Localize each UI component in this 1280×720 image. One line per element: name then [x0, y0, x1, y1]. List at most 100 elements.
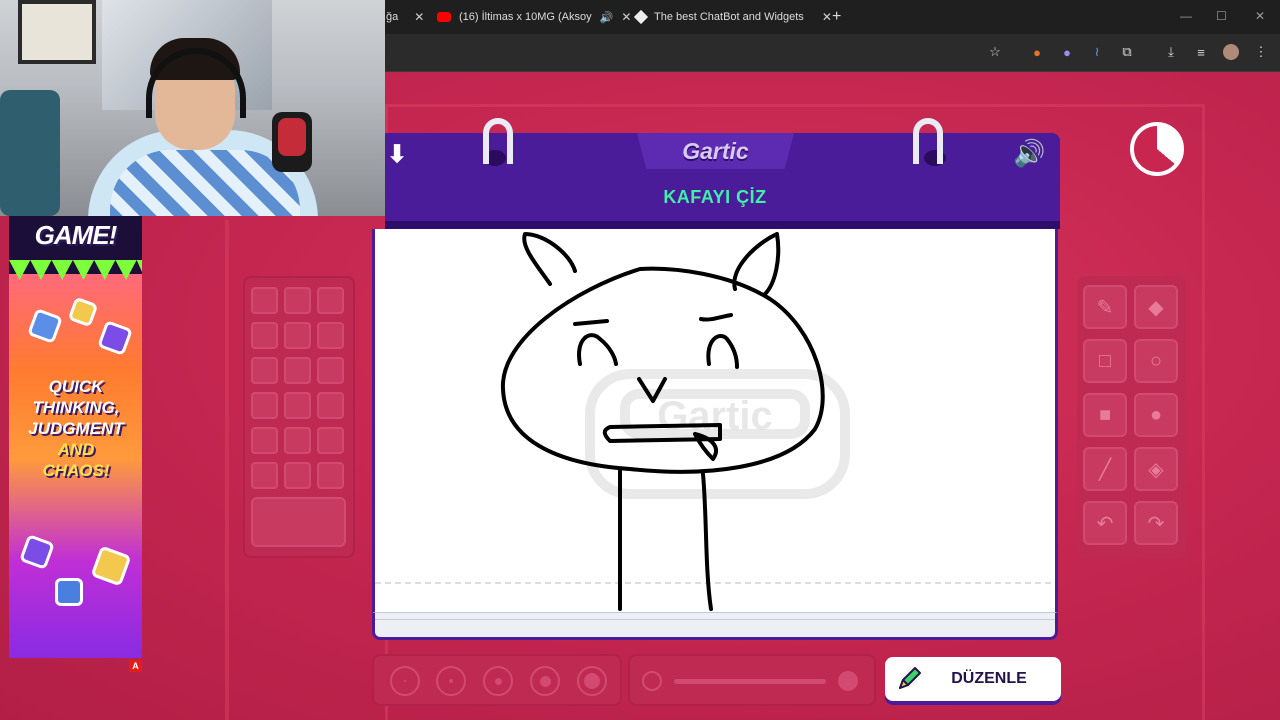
color-swatch[interactable]	[251, 392, 278, 419]
diamond-icon	[633, 9, 649, 25]
fill-bucket-tool-icon[interactable]: ◈	[1134, 447, 1178, 491]
rectangle-outline-tool-icon[interactable]: □	[1083, 339, 1127, 383]
youtube-icon	[437, 12, 451, 22]
ad-badge-icon	[97, 320, 133, 356]
wall-poster	[18, 0, 96, 64]
new-tab-button[interactable]: +	[832, 5, 841, 29]
color-swatch[interactable]	[284, 392, 311, 419]
background-frame-line	[225, 220, 229, 720]
eraser-tool-icon[interactable]: ◆	[1134, 285, 1178, 329]
color-swatch[interactable]	[251, 427, 278, 454]
audio-icon[interactable]: 🔊	[600, 11, 614, 24]
header-band	[385, 221, 1060, 229]
sound-icon[interactable]: 🔊	[1013, 138, 1045, 169]
brush-size-option[interactable]	[436, 666, 466, 696]
tab-previous[interactable]: ğa ✕	[386, 5, 424, 29]
custom-color-swatch[interactable]	[251, 497, 346, 547]
media-controls-icon[interactable]: ≡	[1193, 44, 1209, 60]
color-swatch[interactable]	[251, 357, 278, 384]
tab-chatbot[interactable]: The best ChatBot and Widgets ✕	[633, 5, 832, 29]
undo-icon[interactable]: ↶	[1083, 501, 1127, 545]
ad-tagline-line: AND	[57, 440, 95, 459]
ad-badge-icon	[67, 296, 99, 328]
close-window-icon[interactable]: ✕	[1255, 9, 1265, 23]
maximize-icon[interactable]: ☐	[1216, 9, 1227, 23]
color-swatch[interactable]	[251, 462, 278, 489]
pencil-icon	[889, 659, 929, 699]
color-swatch[interactable]	[284, 427, 311, 454]
ellipse-outline-tool-icon[interactable]: ○	[1134, 339, 1178, 383]
webcam-overlay	[0, 0, 385, 216]
tab-youtube[interactable]: (16) İltimas x 10MG (Aksoy 🔊 ✕	[437, 5, 631, 29]
ad-title: GAME!	[34, 220, 118, 250]
tab-label: The best ChatBot and Widgets	[654, 11, 804, 23]
menu-dots-icon[interactable]: ⋮	[1253, 44, 1269, 60]
tab-label: (16) İltimas x 10MG (Aksoy	[459, 11, 592, 23]
tab-label: ğa	[386, 11, 399, 23]
color-swatch[interactable]	[317, 322, 344, 349]
brush-size-option[interactable]	[483, 666, 513, 696]
pencil-tool-icon[interactable]: ✎	[1083, 285, 1127, 329]
ad-tagline-line: THINKING,	[32, 398, 120, 417]
left-eye	[577, 333, 618, 366]
minimize-icon[interactable]: —	[1180, 9, 1192, 23]
rectangle-fill-tool-icon[interactable]: ■	[1083, 393, 1127, 437]
ad-tagline-line: QUICK	[48, 377, 104, 396]
color-swatch[interactable]	[317, 462, 344, 489]
ad-choices-icon[interactable]: A	[129, 660, 142, 672]
tab-close-icon[interactable]: ✕	[822, 10, 832, 24]
bookmark-star-icon[interactable]: ☆	[987, 44, 1003, 60]
timer-icon	[1130, 122, 1184, 176]
right-eyebrow	[699, 313, 733, 322]
ad-tagline: QUICK THINKING, JUDGMENT AND CHAOS!	[17, 376, 135, 481]
opacity-max-icon	[838, 671, 858, 691]
right-eye	[706, 334, 739, 369]
color-swatch[interactable]	[284, 322, 311, 349]
tab-close-icon[interactable]: ✕	[621, 10, 631, 24]
download-icon[interactable]: ⬇	[387, 140, 407, 169]
microphone-light	[278, 118, 306, 156]
ad-banner[interactable]: GAME! QUICK THINKING, JUDGMENT AND CHAOS…	[9, 216, 142, 658]
brush-size-option[interactable]	[577, 666, 607, 696]
extensions-puzzle-icon[interactable]: ⧉	[1119, 44, 1135, 60]
color-swatch[interactable]	[284, 287, 311, 314]
ad-badge-icon	[19, 534, 55, 570]
tab-close-icon[interactable]: ✕	[414, 10, 424, 24]
profile-avatar[interactable]	[1223, 44, 1239, 60]
binder-ring-left	[483, 118, 513, 164]
left-eyebrow	[573, 319, 609, 326]
color-swatch[interactable]	[317, 392, 344, 419]
color-swatch[interactable]	[317, 287, 344, 314]
ellipse-fill-tool-icon[interactable]: ●	[1134, 393, 1178, 437]
opacity-slider[interactable]	[674, 679, 826, 684]
gartic-logo: Gartic	[682, 138, 749, 164]
color-swatch[interactable]	[317, 427, 344, 454]
color-swatch[interactable]	[251, 322, 278, 349]
redo-icon[interactable]: ↷	[1134, 501, 1178, 545]
brush-size-option[interactable]	[530, 666, 560, 696]
color-swatch[interactable]	[251, 287, 278, 314]
extension-fox-icon[interactable]: ●	[1029, 44, 1045, 60]
ad-badge-icon	[55, 578, 83, 606]
prompt-title: KAFAYI ÇİZ	[663, 187, 767, 207]
downloads-icon[interactable]: ⤓	[1163, 44, 1179, 60]
extension-chat-icon[interactable]: ●	[1059, 44, 1075, 60]
color-swatch[interactable]	[317, 357, 344, 384]
extension-audio-icon[interactable]: ≀	[1089, 44, 1105, 60]
drawing-strokes: Gartic	[375, 232, 1055, 611]
ad-tagline-line: JUDGMENT	[28, 419, 124, 438]
color-swatch[interactable]	[284, 357, 311, 384]
canvas-base	[372, 612, 1058, 640]
left-ear	[522, 232, 577, 286]
edit-button-label: DÜZENLE	[951, 670, 1027, 687]
edit-button[interactable]: DÜZENLE	[885, 657, 1061, 701]
ad-tagline-line: CHAOS!	[42, 461, 110, 480]
line-tool-icon[interactable]: ╱	[1083, 447, 1127, 491]
opacity-min-icon	[642, 671, 662, 691]
chair	[0, 90, 60, 216]
watermark-text: Gartic	[657, 394, 773, 438]
brush-size-option[interactable]	[390, 666, 420, 696]
color-swatch[interactable]	[284, 462, 311, 489]
binder-ring-right	[913, 118, 943, 164]
ad-badge-icon	[27, 308, 63, 344]
